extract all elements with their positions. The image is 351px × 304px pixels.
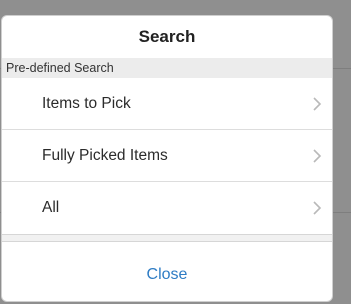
- chevron-right-icon: [313, 96, 322, 111]
- section-spacer: [2, 234, 332, 242]
- search-dialog: Search Pre-defined Search Items to Pick …: [1, 15, 333, 302]
- dialog-title: Search: [138, 27, 196, 46]
- list-item-label: Items to Pick: [42, 94, 131, 112]
- list-item-fully-picked-items[interactable]: Fully Picked Items: [2, 130, 332, 182]
- close-button[interactable]: Close: [2, 242, 332, 301]
- section-header-predefined-search: Pre-defined Search: [2, 58, 332, 78]
- chevron-right-icon: [313, 148, 322, 163]
- list-item-items-to-pick[interactable]: Items to Pick: [2, 78, 332, 130]
- list-item-all[interactable]: All: [2, 182, 332, 234]
- list-item-label: All: [42, 199, 60, 216]
- chevron-right-icon: [313, 201, 322, 215]
- list-item-label: Fully Picked Items: [42, 146, 168, 164]
